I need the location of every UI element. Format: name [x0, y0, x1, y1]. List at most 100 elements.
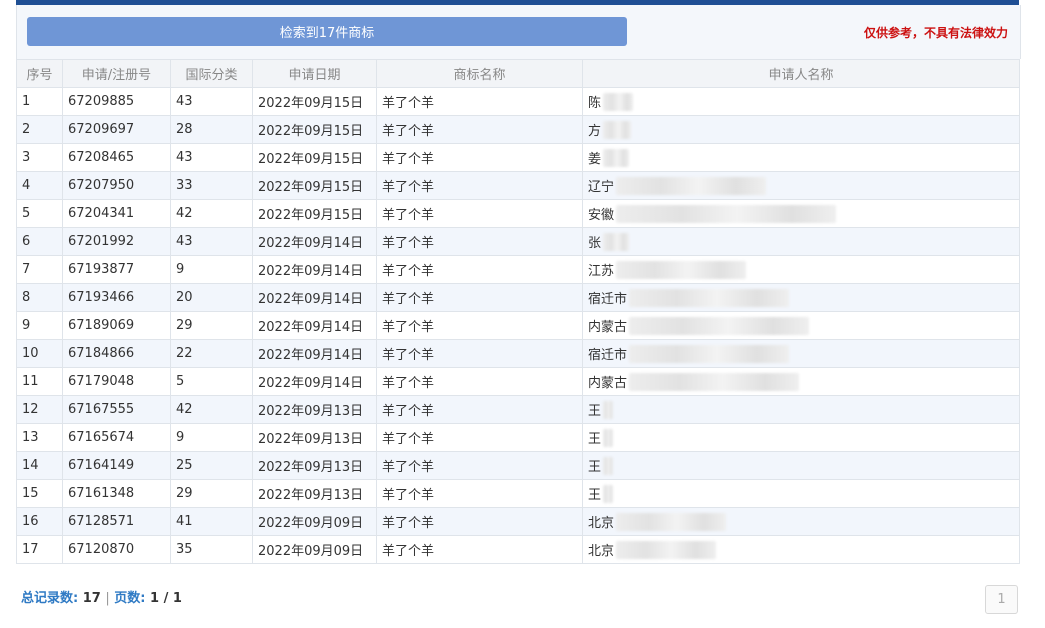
- reg-number-link[interactable]: 67193877: [62, 255, 171, 284]
- applicant-name: 北京: [588, 537, 1014, 563]
- redacted-text: [603, 456, 614, 475]
- trademark-results-table: 序号 申请/注册号 国际分类 申请日期 商标名称 申请人名称 1 67209885…: [16, 59, 1020, 564]
- applicant-cell: 北京: [582, 507, 1020, 536]
- trademark-name-link[interactable]: 羊了个羊: [376, 339, 583, 368]
- applicant-name-text: 宿迁市: [588, 348, 628, 363]
- application-date: 2022年09月13日: [252, 423, 377, 452]
- application-date: 2022年09月14日: [252, 311, 377, 340]
- column-header-class[interactable]: 国际分类: [170, 59, 253, 88]
- reg-number-link[interactable]: 67167555: [62, 395, 171, 424]
- row-index: 7: [16, 255, 63, 284]
- column-header-index[interactable]: 序号: [16, 59, 63, 88]
- redacted-text: [603, 148, 630, 167]
- trademark-name-link[interactable]: 羊了个羊: [376, 283, 583, 312]
- applicant-name-text: 内蒙古: [588, 320, 628, 335]
- footer-separator: |: [105, 591, 110, 606]
- table-row: 3 67208465 43 2022年09月15日 羊了个羊姜: [16, 143, 1020, 172]
- application-date: 2022年09月15日: [252, 87, 377, 116]
- trademark-name-link[interactable]: 羊了个羊: [376, 199, 583, 228]
- intl-class: 42: [170, 395, 253, 424]
- reg-number-link[interactable]: 67165674: [62, 423, 171, 452]
- intl-class: 22: [170, 339, 253, 368]
- applicant-cell: 辽宁: [582, 171, 1020, 200]
- row-index: 1: [16, 87, 63, 116]
- application-date: 2022年09月13日: [252, 451, 377, 480]
- trademark-name-link[interactable]: 羊了个羊: [376, 395, 583, 424]
- applicant-name-text: 安徽: [588, 208, 615, 223]
- applicant-cell: 方: [582, 115, 1020, 144]
- intl-class: 9: [170, 255, 253, 284]
- table-row: 7 67193877 9 2022年09月14日 羊了个羊 江苏: [16, 255, 1020, 284]
- trademark-name-link[interactable]: 羊了个羊: [376, 535, 583, 564]
- table-row: 12 67167555 42 2022年09月13日 羊了个羊王: [16, 395, 1020, 424]
- applicant-cell: 王: [582, 451, 1020, 480]
- reg-number-link[interactable]: 67164149: [62, 451, 171, 480]
- reg-number-link[interactable]: 67179048: [62, 367, 171, 396]
- row-index: 16: [16, 507, 63, 536]
- intl-class: 42: [170, 199, 253, 228]
- row-index: 3: [16, 143, 63, 172]
- table-row: 13 67165674 9 2022年09月13日 羊了个羊王: [16, 423, 1020, 452]
- trademark-name-link[interactable]: 羊了个羊: [376, 143, 583, 172]
- applicant-name-text: 方: [588, 124, 602, 139]
- result-count-button[interactable]: 检索到17件商标: [27, 17, 627, 46]
- row-index: 4: [16, 171, 63, 200]
- reg-number-link[interactable]: 67120870: [62, 535, 171, 564]
- reg-number-link[interactable]: 67189069: [62, 311, 171, 340]
- reg-number-link[interactable]: 67208465: [62, 143, 171, 172]
- table-row: 6 67201992 43 2022年09月14日 羊了个羊张: [16, 227, 1020, 256]
- reg-number-link[interactable]: 67201992: [62, 227, 171, 256]
- total-records-label: 总记录数:: [21, 591, 79, 606]
- redacted-text: [629, 288, 790, 307]
- trademark-name-link[interactable]: 羊了个羊: [376, 507, 583, 536]
- row-index: 15: [16, 479, 63, 508]
- reg-number-link[interactable]: 67193466: [62, 283, 171, 312]
- page-count-label: 页数:: [114, 591, 146, 606]
- trademark-name-link[interactable]: 羊了个羊: [376, 115, 583, 144]
- intl-class: 29: [170, 311, 253, 340]
- reg-number-link[interactable]: 67209885: [62, 87, 171, 116]
- column-header-applicant[interactable]: 申请人名称: [582, 59, 1020, 88]
- reg-number-link[interactable]: 67161348: [62, 479, 171, 508]
- intl-class: 43: [170, 87, 253, 116]
- trademark-name-link[interactable]: 羊了个羊: [376, 311, 583, 340]
- trademark-name-link[interactable]: 羊了个羊: [376, 451, 583, 480]
- table-row: 15 67161348 29 2022年09月13日 羊了个羊王: [16, 479, 1020, 508]
- row-index: 12: [16, 395, 63, 424]
- reg-number-link[interactable]: 67209697: [62, 115, 171, 144]
- applicant-cell: 王: [582, 479, 1020, 508]
- applicant-cell: 姜: [582, 143, 1020, 172]
- applicant-name: 张: [588, 229, 1014, 255]
- trademark-name-link[interactable]: 羊了个羊: [376, 367, 583, 396]
- trademark-name-link[interactable]: 羊了个羊: [376, 87, 583, 116]
- applicant-name: 宿迁市: [588, 285, 1014, 311]
- trademark-name-link[interactable]: 羊了个羊: [376, 255, 583, 284]
- intl-class: 43: [170, 227, 253, 256]
- page-1-button[interactable]: 1: [985, 585, 1018, 614]
- applicant-name: 王: [588, 453, 1014, 479]
- intl-class: 43: [170, 143, 253, 172]
- column-header-mark-name[interactable]: 商标名称: [376, 59, 583, 88]
- application-date: 2022年09月15日: [252, 143, 377, 172]
- applicant-name-text: 王: [588, 460, 602, 475]
- applicant-name-text: 王: [588, 404, 602, 419]
- column-header-date[interactable]: 申请日期: [252, 59, 377, 88]
- applicant-name-text: 姜: [588, 152, 602, 167]
- reg-number-link[interactable]: 67204341: [62, 199, 171, 228]
- table-row: 8 67193466 20 2022年09月14日 羊了个羊 宿迁市: [16, 283, 1020, 312]
- reg-number-link[interactable]: 67207950: [62, 171, 171, 200]
- trademark-name-link[interactable]: 羊了个羊: [376, 423, 583, 452]
- applicant-cell: 王: [582, 395, 1020, 424]
- applicant-name: 内蒙古: [588, 369, 1014, 395]
- reg-number-link[interactable]: 67184866: [62, 339, 171, 368]
- trademark-name-link[interactable]: 羊了个羊: [376, 479, 583, 508]
- applicant-name-text: 王: [588, 432, 602, 447]
- trademark-name-link[interactable]: 羊了个羊: [376, 171, 583, 200]
- applicant-name: 王: [588, 481, 1014, 507]
- reg-number-link[interactable]: 67128571: [62, 507, 171, 536]
- intl-class: 5: [170, 367, 253, 396]
- intl-class: 28: [170, 115, 253, 144]
- legal-disclaimer: 仅供参考，不具有法律效力: [863, 26, 1008, 40]
- column-header-reg-no[interactable]: 申请/注册号: [62, 59, 171, 88]
- trademark-name-link[interactable]: 羊了个羊: [376, 227, 583, 256]
